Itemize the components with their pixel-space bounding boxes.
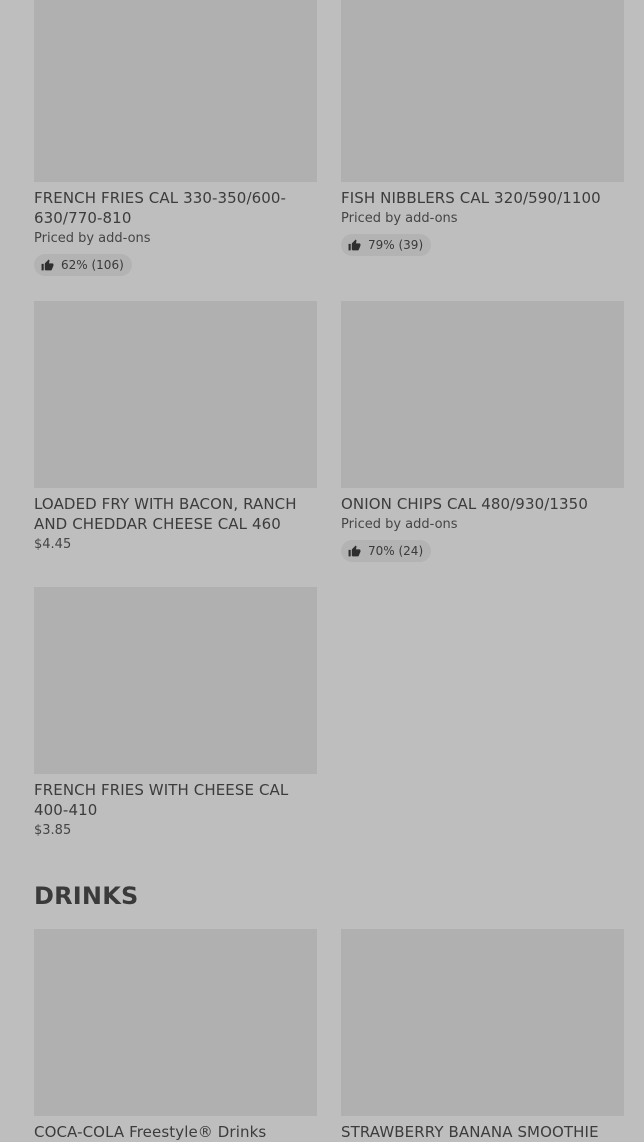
item-price: Priced by add-ons — [341, 211, 458, 226]
item-image-placeholder[interactable] — [341, 929, 624, 1116]
item-name: FRENCH FRIES WITH CHEESE CAL 400-410 — [34, 781, 289, 819]
rating-text: 70% (24) — [368, 544, 424, 558]
item-name: FISH NIBBLERS CAL 320/590/1100 — [341, 189, 601, 207]
item-image-placeholder[interactable] — [34, 929, 317, 1116]
rating-text: 62% (106) — [61, 258, 124, 272]
menu-item-card[interactable]: STRAWBERRY BANANA SMOOTHIE — [341, 929, 624, 1142]
item-name: COCA-COLA Freestyle® Drinks — [34, 1123, 267, 1141]
menu-item-card[interactable]: FISH NIBBLERS CAL 320/590/1100 Priced by… — [341, 0, 624, 256]
menu-item-card[interactable]: LOADED FRY WITH BACON, RANCH AND CHEDDAR… — [34, 301, 317, 554]
item-price: $4.45 — [34, 537, 72, 552]
section-title-drinks: DRINKS — [34, 882, 139, 910]
menu-item-card[interactable]: ONION CHIPS CAL 480/930/1350 Priced by a… — [341, 301, 624, 562]
rating-badge: 79% (39) — [341, 234, 432, 256]
item-price: Priced by add-ons — [34, 231, 151, 246]
rating-badge: 62% (106) — [34, 254, 132, 276]
menu-item-card[interactable]: FRENCH FRIES WITH CHEESE CAL 400-410 $3.… — [34, 587, 317, 840]
rating-text: 79% (39) — [368, 238, 424, 252]
menu-item-card[interactable]: COCA-COLA Freestyle® Drinks — [34, 929, 317, 1142]
item-image-placeholder[interactable] — [34, 0, 317, 182]
item-image-placeholder[interactable] — [341, 301, 624, 488]
item-image-placeholder[interactable] — [341, 0, 624, 182]
item-price: Priced by add-ons — [341, 517, 458, 532]
item-price: $3.85 — [34, 823, 72, 838]
menu-item-card[interactable]: FRENCH FRIES CAL 330-350/600-630/770-810… — [34, 0, 317, 276]
thumbs-up-icon — [348, 545, 361, 556]
item-image-placeholder[interactable] — [34, 587, 317, 774]
item-name: ONION CHIPS CAL 480/930/1350 — [341, 495, 588, 513]
item-name: FRENCH FRIES CAL 330-350/600-630/770-810 — [34, 189, 287, 227]
thumbs-up-icon — [41, 259, 54, 270]
item-name: LOADED FRY WITH BACON, RANCH AND CHEDDAR… — [34, 495, 297, 533]
item-name: STRAWBERRY BANANA SMOOTHIE — [341, 1123, 599, 1141]
item-image-placeholder[interactable] — [34, 301, 317, 488]
rating-badge: 70% (24) — [341, 540, 432, 562]
thumbs-up-icon — [348, 239, 361, 250]
